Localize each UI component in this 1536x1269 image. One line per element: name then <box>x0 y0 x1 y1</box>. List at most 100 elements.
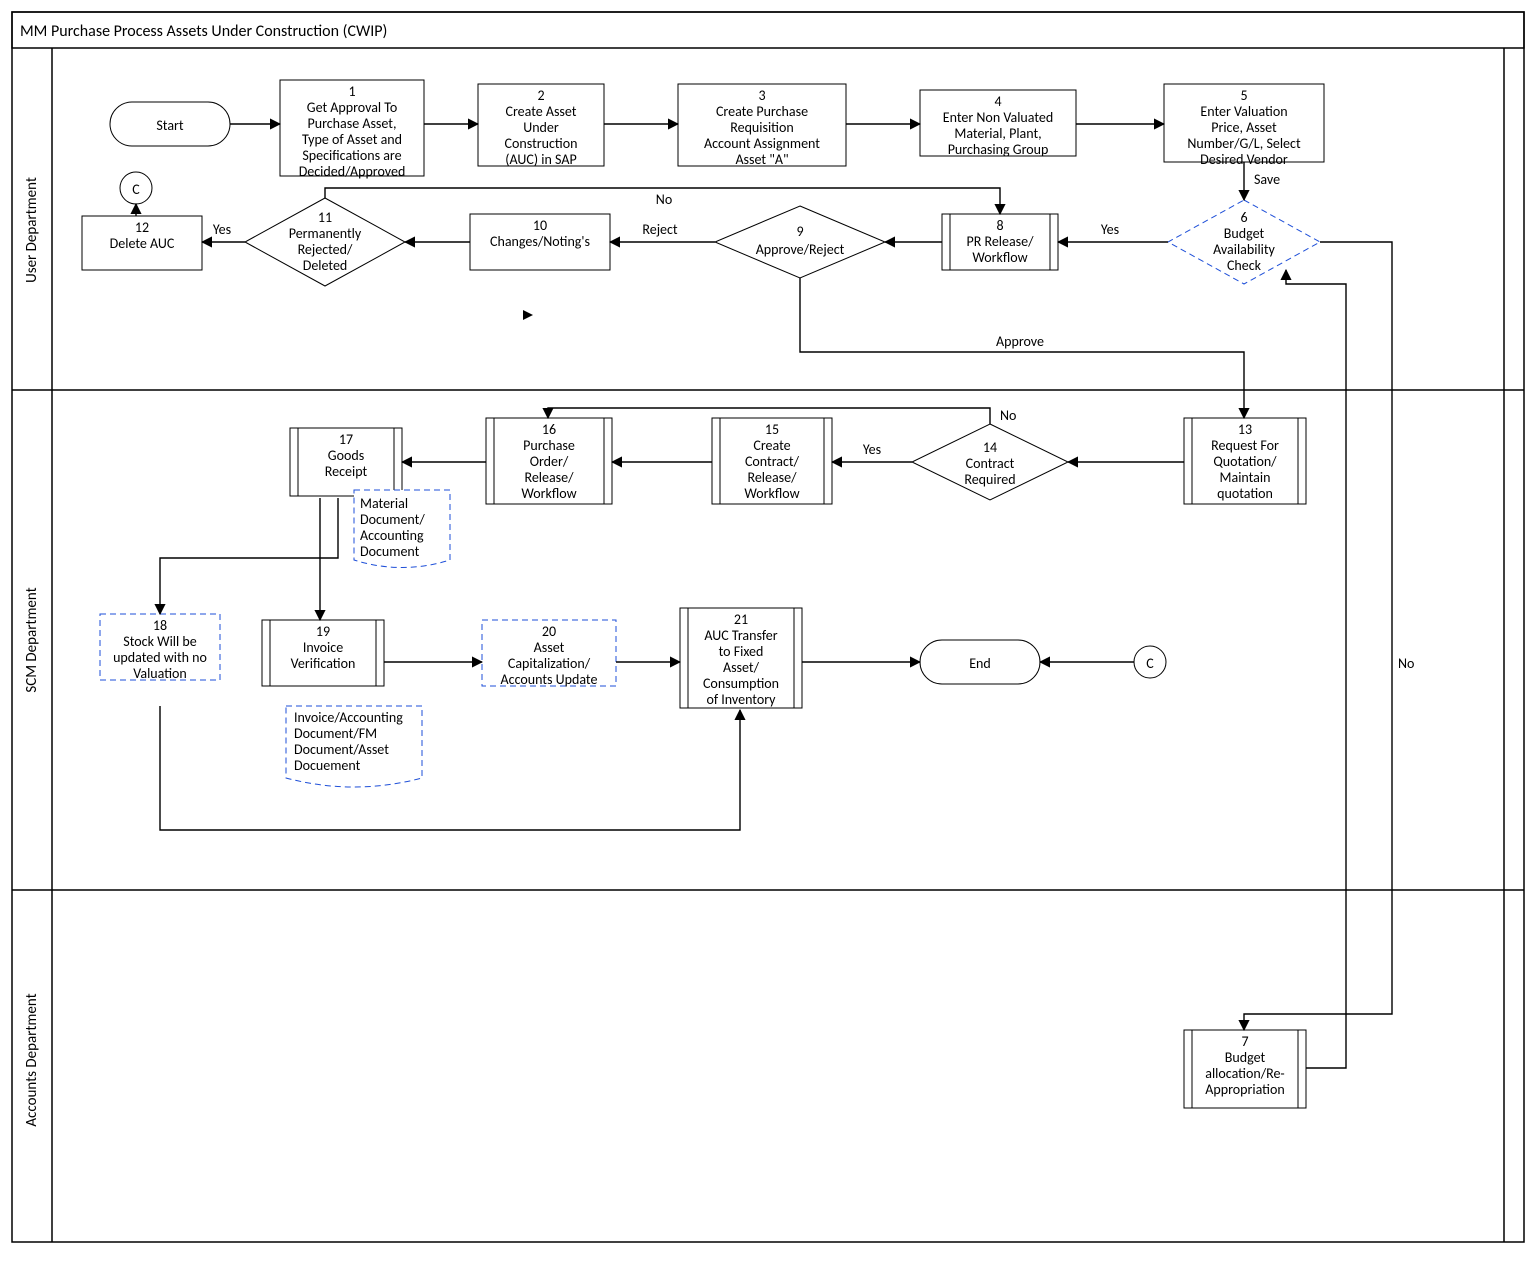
svg-text:Purchase Asset,: Purchase Asset, <box>308 115 397 132</box>
svg-text:quotation: quotation <box>1217 485 1273 502</box>
node-13: 13Request ForQuotation/Maintainquotation <box>1184 418 1306 504</box>
svg-text:Accounting: Accounting <box>360 527 424 544</box>
svg-text:Release/: Release/ <box>524 469 574 486</box>
decoration-triangle <box>523 310 533 320</box>
svg-text:Permanently: Permanently <box>289 225 362 242</box>
svg-text:5: 5 <box>1240 87 1247 104</box>
node-12: 12Delete AUC <box>82 216 202 270</box>
svg-text:12: 12 <box>135 219 149 236</box>
node-20: 20AssetCapitalization/Accounts Update <box>482 620 616 688</box>
svg-text:Availability: Availability <box>1213 241 1275 258</box>
svg-text:Invoice: Invoice <box>303 639 343 656</box>
svg-text:19: 19 <box>316 623 330 640</box>
svg-text:Material, Plant,: Material, Plant, <box>954 125 1041 142</box>
svg-text:Contract: Contract <box>966 455 1015 472</box>
svg-text:allocation/Re-: allocation/Re- <box>1205 1065 1284 1082</box>
svg-text:Stock Will be: Stock Will be <box>123 633 196 650</box>
svg-text:End: End <box>969 655 991 672</box>
node-21: 21AUC Transferto FixedAsset/Consumptiono… <box>680 608 802 708</box>
node-start: Start <box>110 102 230 146</box>
svg-text:Changes/Noting's: Changes/Noting's <box>490 233 590 250</box>
svg-text:Enter Valuation: Enter Valuation <box>1200 103 1287 120</box>
svg-text:Rejected/: Rejected/ <box>298 241 353 258</box>
svg-text:Number/G/L, Select: Number/G/L, Select <box>1187 135 1301 152</box>
svg-text:No: No <box>656 191 672 208</box>
svg-text:15: 15 <box>765 421 779 438</box>
svg-text:8: 8 <box>996 217 1003 234</box>
node-9: 9 Approve/Reject <box>715 206 885 278</box>
svg-text:Under: Under <box>523 119 559 136</box>
lane-scm-label: SCM Department <box>23 587 41 692</box>
connector-c-scm: C <box>1134 646 1166 678</box>
node-19: 19InvoiceVerification <box>262 620 384 686</box>
svg-text:No: No <box>1000 407 1016 424</box>
svg-text:Purchasing Group: Purchasing Group <box>948 141 1049 158</box>
svg-text:Delete AUC: Delete AUC <box>110 235 175 252</box>
svg-text:Workflow: Workflow <box>744 485 799 502</box>
node-3: 3Create PurchaseRequisitionAccount Assig… <box>678 84 846 168</box>
svg-text:Goods: Goods <box>328 447 364 464</box>
node-11: 11 Permanently Rejected/ Deleted <box>245 198 405 286</box>
svg-text:to Fixed: to Fixed <box>719 643 764 660</box>
svg-text:Request For: Request For <box>1211 437 1279 454</box>
node-2: 2Create AssetUnderConstruction(AUC) in S… <box>478 84 604 168</box>
svg-text:Create: Create <box>753 437 790 454</box>
node-4: 4Enter Non ValuatedMaterial, Plant,Purch… <box>920 90 1076 158</box>
svg-text:Create Asset: Create Asset <box>505 103 576 120</box>
svg-text:Create Purchase: Create Purchase <box>716 103 808 120</box>
svg-text:Workflow: Workflow <box>521 485 576 502</box>
svg-text:Document/Asset: Document/Asset <box>294 741 389 758</box>
node-10: 10Changes/Noting's <box>470 214 610 270</box>
svg-text:Check: Check <box>1227 257 1262 274</box>
svg-text:C: C <box>1146 655 1154 672</box>
swimlane-diagram: MM Purchase Process Assets Under Constru… <box>0 0 1536 1269</box>
svg-text:of Inventory: of Inventory <box>706 691 776 708</box>
svg-text:16: 16 <box>542 421 556 438</box>
svg-text:Reject: Reject <box>642 221 678 238</box>
svg-text:Type of Asset and: Type of Asset and <box>302 131 402 148</box>
svg-text:Budget: Budget <box>1224 225 1265 242</box>
lane-accounts-label: Accounts Department <box>23 993 41 1126</box>
svg-text:3: 3 <box>758 87 765 104</box>
svg-text:Enter Non Valuated: Enter Non Valuated <box>943 109 1053 126</box>
svg-text:Docuement: Docuement <box>294 757 361 774</box>
svg-text:Material: Material <box>360 495 408 512</box>
svg-text:Verification: Verification <box>291 655 356 672</box>
svg-text:updated with no: updated with no <box>113 649 207 666</box>
svg-text:Document/FM: Document/FM <box>294 725 377 742</box>
svg-text:11: 11 <box>318 209 332 226</box>
svg-text:Requisition: Requisition <box>730 119 793 136</box>
svg-text:Invoice/Accounting: Invoice/Accounting <box>294 709 403 726</box>
svg-text:Asset "A": Asset "A" <box>735 151 788 168</box>
svg-text:Appropriation: Appropriation <box>1205 1081 1284 1098</box>
svg-text:17: 17 <box>339 431 353 448</box>
svg-text:Deleted: Deleted <box>303 257 348 274</box>
svg-text:Construction: Construction <box>505 135 578 152</box>
svg-text:1: 1 <box>348 83 355 100</box>
svg-text:Required: Required <box>964 471 1015 488</box>
svg-text:Maintain: Maintain <box>1220 469 1271 486</box>
svg-text:6: 6 <box>1240 209 1247 226</box>
note-invoice-document: Invoice/Accounting Document/FM Document/… <box>286 706 422 787</box>
svg-text:Decided/Approved: Decided/Approved <box>299 163 406 180</box>
svg-text:Approve: Approve <box>996 333 1044 350</box>
svg-text:4: 4 <box>994 93 1001 110</box>
svg-text:20: 20 <box>542 623 556 640</box>
svg-text:2: 2 <box>537 87 544 104</box>
svg-text:21: 21 <box>734 611 748 628</box>
svg-text:Consumption: Consumption <box>703 675 779 692</box>
svg-text:18: 18 <box>153 617 167 634</box>
svg-text:Yes: Yes <box>863 441 881 458</box>
svg-text:Approve/Reject: Approve/Reject <box>756 241 845 258</box>
node-8: 8PR Release/Workflow <box>942 214 1058 270</box>
node-18: 18Stock Will beupdated with noValuation <box>100 614 220 682</box>
svg-text:Asset: Asset <box>534 639 565 656</box>
svg-text:7: 7 <box>1241 1033 1248 1050</box>
svg-text:Valuation: Valuation <box>133 665 187 682</box>
node-7: 7Budgetallocation/Re-Appropriation <box>1184 1030 1306 1108</box>
svg-text:Document/: Document/ <box>360 511 425 528</box>
svg-text:No: No <box>1398 655 1414 672</box>
node-17: 17GoodsReceipt <box>290 428 402 496</box>
node-15: 15CreateContract/Release/Workflow <box>712 418 832 504</box>
node-6: 6 Budget Availability Check <box>1168 200 1320 284</box>
